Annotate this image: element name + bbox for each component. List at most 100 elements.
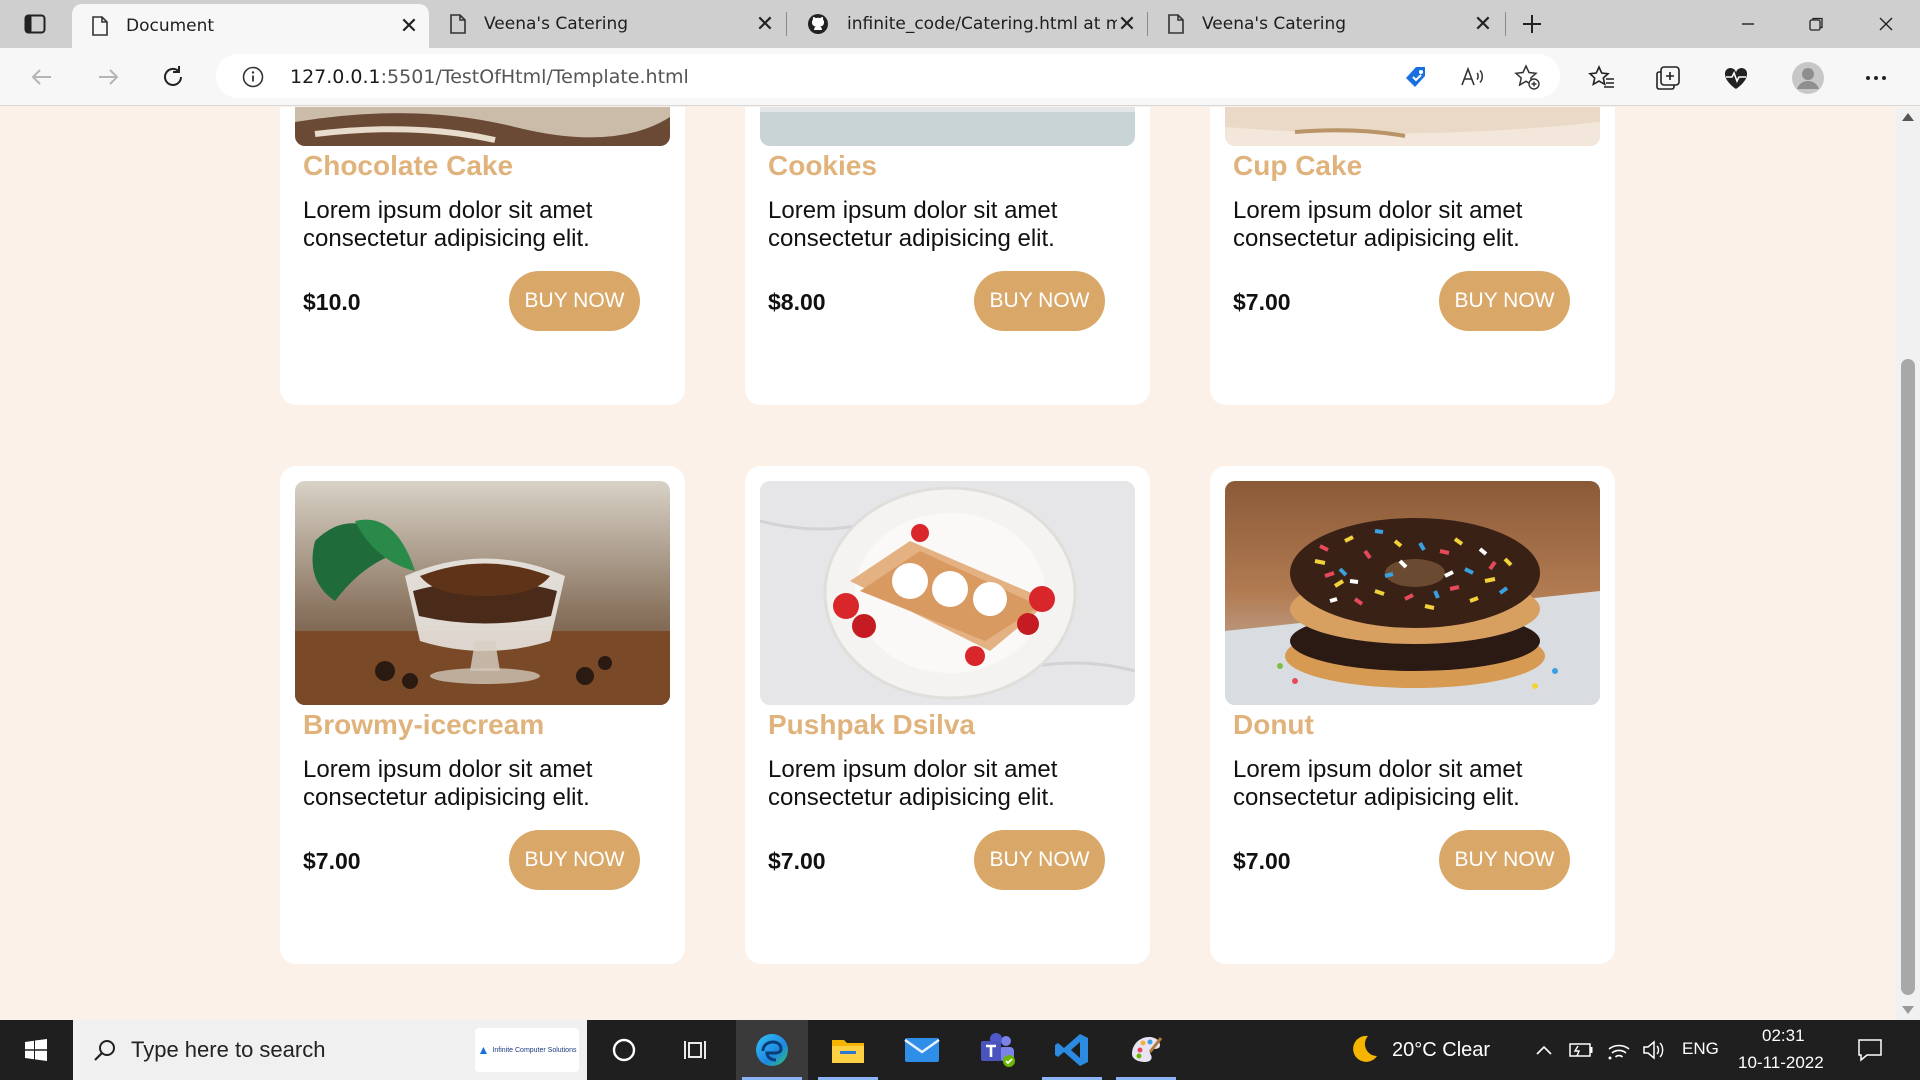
product-card: Chocolate Cake Lorem ipsum dolor sit ame… bbox=[280, 107, 685, 405]
wifi-icon[interactable] bbox=[1604, 1020, 1634, 1080]
product-name: Pushpak Dsilva bbox=[768, 709, 975, 740]
cortana-icon[interactable] bbox=[592, 1020, 656, 1080]
more-options-icon[interactable] bbox=[1858, 60, 1894, 96]
windows-taskbar: Type here to search ▲ Infinite Computer S… bbox=[0, 1020, 1920, 1080]
product-description: Lorem ipsum dolor sit amet consectetur a… bbox=[1233, 756, 1523, 811]
paint-icon[interactable] bbox=[1110, 1020, 1182, 1080]
tab-title: Document bbox=[126, 16, 215, 36]
file-explorer-icon[interactable] bbox=[812, 1020, 884, 1080]
product-card: Cookies Lorem ipsum dolor sit amet conse… bbox=[745, 107, 1150, 405]
document-icon bbox=[450, 14, 466, 34]
tab-document[interactable]: Document ✕ bbox=[72, 4, 429, 48]
clock-time[interactable]: 02:31 bbox=[1762, 1026, 1805, 1046]
tab-github[interactable]: infinite_code/Catering.html at ma ✕ bbox=[787, 0, 1147, 48]
product-price: $7.00 bbox=[1233, 848, 1291, 874]
restore-icon[interactable] bbox=[1782, 0, 1850, 48]
close-tab-icon[interactable]: ✕ bbox=[755, 12, 775, 37]
buy-now-button[interactable]: BUY NOW bbox=[509, 830, 640, 890]
battery-icon[interactable] bbox=[1566, 1020, 1596, 1080]
add-favorite-icon[interactable] bbox=[1513, 63, 1541, 91]
product-image bbox=[295, 107, 670, 146]
buy-now-button[interactable]: BUY NOW bbox=[974, 271, 1105, 331]
browser-toolbar: 127.0.0.1:5501/TestOfHtml/Template.html bbox=[0, 48, 1920, 106]
back-icon[interactable] bbox=[22, 57, 62, 97]
vscode-icon[interactable] bbox=[1036, 1020, 1108, 1080]
edge-icon[interactable] bbox=[736, 1020, 808, 1080]
buy-now-button[interactable]: BUY NOW bbox=[509, 271, 640, 331]
product-description: Lorem ipsum dolor sit amet consectetur a… bbox=[1233, 197, 1523, 252]
product-description: Lorem ipsum dolor sit amet consectetur a… bbox=[768, 756, 1058, 811]
product-card: Donut Lorem ipsum dolor sit amet consect… bbox=[1210, 466, 1615, 964]
clock-date[interactable]: 10-11-2022 bbox=[1738, 1053, 1824, 1073]
buy-now-button[interactable]: BUY NOW bbox=[1439, 271, 1570, 331]
moon-icon bbox=[1346, 1033, 1380, 1067]
shopping-tag-icon[interactable] bbox=[1402, 63, 1430, 91]
product-image bbox=[760, 107, 1135, 146]
product-name: Donut bbox=[1233, 709, 1314, 740]
minimize-icon[interactable] bbox=[1714, 0, 1782, 48]
mail-icon[interactable] bbox=[886, 1020, 958, 1080]
refresh-icon[interactable] bbox=[153, 57, 193, 97]
scroll-down-icon[interactable] bbox=[1902, 1006, 1914, 1014]
promo-text: Infinite Computer Solutions bbox=[492, 1046, 577, 1054]
buy-now-button[interactable]: BUY NOW bbox=[974, 830, 1105, 890]
product-price: $10.0 bbox=[303, 289, 361, 315]
product-image bbox=[295, 481, 670, 705]
weather-text: 20°C Clear bbox=[1392, 1038, 1491, 1061]
tab-veenas-catering[interactable]: Veena's Catering ✕ bbox=[430, 0, 785, 48]
scrollbar-thumb[interactable] bbox=[1901, 359, 1915, 995]
product-card: Cup Cake Lorem ipsum dolor sit amet cons… bbox=[1210, 107, 1615, 405]
product-image bbox=[1225, 481, 1600, 705]
product-image bbox=[760, 481, 1135, 705]
scroll-up-icon[interactable] bbox=[1902, 113, 1914, 121]
favorites-icon[interactable] bbox=[1584, 60, 1620, 96]
product-name: Cup Cake bbox=[1233, 150, 1363, 181]
github-icon bbox=[807, 13, 829, 35]
volume-icon[interactable] bbox=[1638, 1020, 1668, 1080]
taskbar-search-box[interactable]: Type here to search ▲ Infinite Computer S… bbox=[73, 1020, 587, 1080]
weather-widget[interactable]: 20°C Clear bbox=[1346, 1020, 1490, 1080]
product-card: Browmy-icecream Lorem ipsum dolor sit am… bbox=[280, 466, 685, 964]
product-card: Pushpak Dsilva Lorem ipsum dolor sit ame… bbox=[745, 466, 1150, 964]
product-price: $8.00 bbox=[768, 289, 826, 315]
product-description: Lorem ipsum dolor sit amet consectetur a… bbox=[768, 197, 1058, 252]
teams-icon[interactable] bbox=[962, 1020, 1034, 1080]
tab-actions-icon[interactable] bbox=[14, 8, 56, 40]
page-viewport: Chocolate Cake Lorem ipsum dolor sit ame… bbox=[0, 107, 1896, 1020]
close-tab-icon[interactable]: ✕ bbox=[399, 14, 419, 39]
page-scrollbar[interactable] bbox=[1896, 107, 1920, 1020]
tab-separator bbox=[1505, 12, 1506, 36]
forward-icon[interactable] bbox=[88, 57, 128, 97]
tab-title: Veena's Catering bbox=[484, 14, 629, 34]
search-icon bbox=[93, 1038, 117, 1062]
product-name: Browmy-icecream bbox=[303, 709, 545, 740]
chevron-up-icon[interactable] bbox=[1530, 1020, 1558, 1080]
new-tab-icon[interactable] bbox=[1512, 6, 1552, 42]
tab-veenas-catering-2[interactable]: Veena's Catering ✕ bbox=[1148, 0, 1503, 48]
product-description: Lorem ipsum dolor sit amet consectetur a… bbox=[303, 197, 593, 252]
start-button[interactable] bbox=[0, 1020, 72, 1080]
search-promo-logo[interactable]: ▲ Infinite Computer Solutions bbox=[475, 1028, 579, 1072]
close-window-icon[interactable] bbox=[1852, 0, 1920, 48]
profile-avatar-icon[interactable] bbox=[1790, 60, 1826, 96]
url-host: 127.0.0.1 bbox=[290, 66, 381, 88]
tab-title: Veena's Catering bbox=[1202, 14, 1347, 34]
document-icon bbox=[1168, 14, 1184, 34]
notification-icon[interactable] bbox=[1850, 1020, 1890, 1080]
url-text: 127.0.0.1:5501/TestOfHtml/Template.html bbox=[290, 66, 689, 88]
collections-icon[interactable] bbox=[1650, 60, 1686, 96]
product-price: $7.00 bbox=[768, 848, 826, 874]
address-bar[interactable]: 127.0.0.1:5501/TestOfHtml/Template.html bbox=[216, 54, 1560, 98]
product-description: Lorem ipsum dolor sit amet consectetur a… bbox=[303, 756, 593, 811]
browser-essentials-icon[interactable] bbox=[1718, 60, 1754, 96]
browser-tab-strip: Document ✕ Veena's Catering ✕ infinite_c… bbox=[0, 0, 1920, 48]
close-tab-icon[interactable]: ✕ bbox=[1473, 12, 1493, 37]
product-price: $7.00 bbox=[303, 848, 361, 874]
site-info-icon[interactable] bbox=[242, 66, 264, 88]
task-view-icon[interactable] bbox=[664, 1020, 728, 1080]
close-tab-icon[interactable]: ✕ bbox=[1117, 12, 1137, 37]
read-aloud-icon[interactable] bbox=[1458, 63, 1486, 91]
tab-title: infinite_code/Catering.html at ma bbox=[847, 14, 1117, 34]
buy-now-button[interactable]: BUY NOW bbox=[1439, 830, 1570, 890]
language-indicator[interactable]: ENG bbox=[1682, 1039, 1719, 1059]
